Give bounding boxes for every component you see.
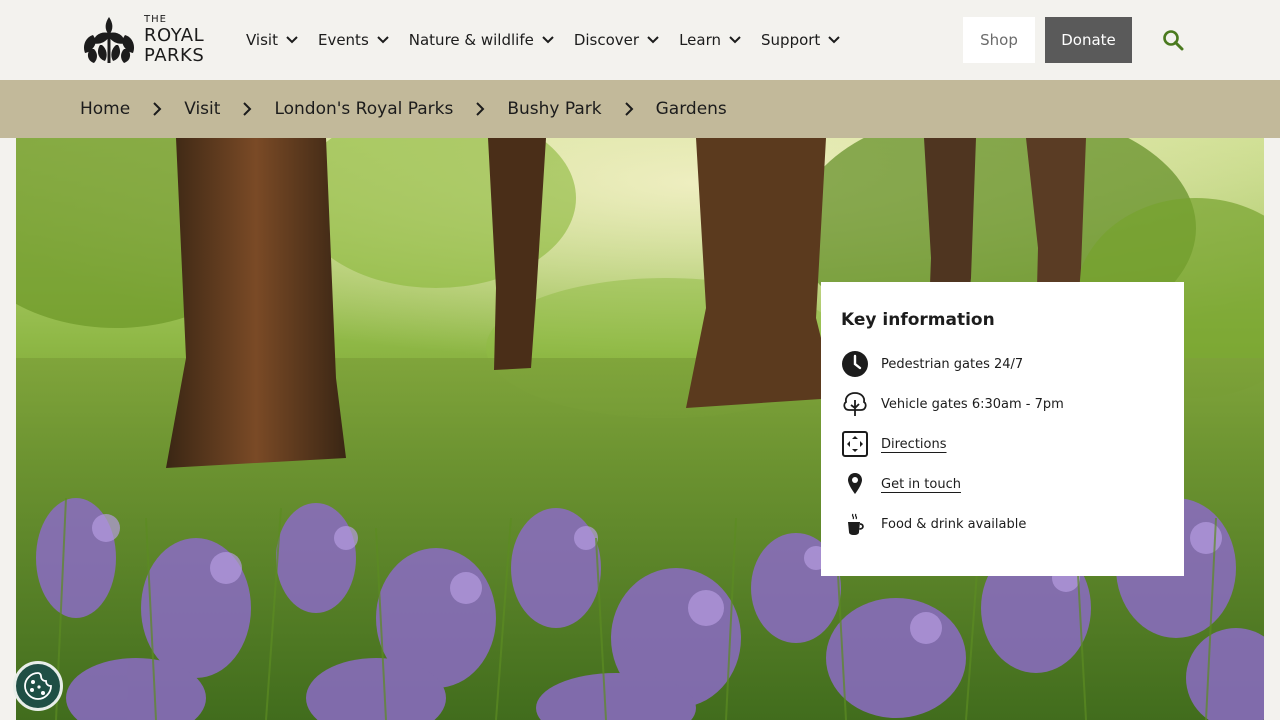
logo-the: THE (144, 14, 167, 25)
nav-item-label: Discover (573, 31, 640, 49)
directions-icon (841, 430, 869, 458)
nav-item-events[interactable]: Events (318, 31, 389, 49)
chevron-down-icon (828, 36, 841, 44)
nav-item-discover[interactable]: Discover (574, 31, 659, 49)
breadcrumb: Home Visit London's Royal Parks Bushy Pa… (0, 80, 1280, 138)
chevron-down-icon (729, 36, 741, 44)
cookie-settings-button[interactable] (13, 661, 63, 711)
directions-link[interactable]: Directions (881, 437, 947, 452)
breadcrumb-visit[interactable]: Visit (184, 99, 220, 119)
key-info-row-get-in-touch[interactable]: Get in touch (841, 464, 1164, 504)
nav-item-label: Nature & wildlife (408, 31, 534, 49)
key-information-card: Key information Pedestrian gates 24/7 Ve… (821, 282, 1184, 576)
search-icon (1163, 30, 1184, 51)
chevron-right-icon (242, 101, 252, 117)
nav-item-learn[interactable]: Learn (679, 31, 741, 49)
logo-royal: ROYAL (144, 25, 205, 46)
coffee-cup-icon (841, 510, 869, 538)
chevron-right-icon (152, 101, 162, 117)
hero-image-bluebell-woodland: Key information Pedestrian gates 24/7 Ve… (16, 138, 1264, 720)
chevron-down-icon (377, 36, 389, 44)
main-nav: Visit Events Nature & wildlife Discover … (246, 0, 860, 80)
donate-button[interactable]: Donate (1045, 17, 1132, 63)
key-info-text: Pedestrian gates 24/7 (881, 356, 1024, 372)
key-info-row-food-drink: Food & drink available (841, 504, 1164, 544)
clock-icon (841, 350, 869, 378)
nav-item-nature-wildlife[interactable]: Nature & wildlife (409, 31, 554, 49)
royal-parks-logo[interactable]: THE ROYAL PARKS (80, 13, 210, 67)
logo-parks: PARKS (144, 45, 205, 66)
key-info-text: Vehicle gates 6:30am - 7pm (881, 396, 1064, 412)
breadcrumb-londons-royal-parks[interactable]: London's Royal Parks (274, 99, 453, 119)
breadcrumb-bushy-park[interactable]: Bushy Park (507, 99, 601, 119)
oak-leaf-crest-icon (83, 17, 135, 63)
nav-item-label: Visit (246, 31, 278, 49)
location-pin-icon (841, 470, 869, 498)
cookie-icon (24, 672, 52, 700)
breadcrumb-gardens: Gardens (655, 99, 727, 119)
chevron-right-icon (624, 101, 634, 117)
nav-item-visit[interactable]: Visit (246, 31, 298, 49)
chevron-down-icon (286, 36, 298, 44)
nav-item-support[interactable]: Support (761, 31, 841, 49)
site-header: THE ROYAL PARKS Visit Events Nature & wi… (0, 0, 1280, 80)
breadcrumb-home[interactable]: Home (80, 99, 130, 119)
key-info-text: Food & drink available (881, 516, 1027, 532)
nav-item-label: Events (317, 31, 369, 49)
search-button[interactable] (1160, 27, 1186, 53)
nav-item-label: Learn (679, 31, 722, 49)
logo-wordmark: THE ROYAL PARKS (144, 15, 204, 65)
nav-item-label: Support (761, 31, 821, 49)
chevron-down-icon (647, 36, 659, 44)
key-info-row-directions[interactable]: Directions (841, 424, 1164, 464)
chevron-down-icon (542, 36, 554, 44)
tree-icon (841, 390, 869, 418)
key-info-row-vehicle-gates: Vehicle gates 6:30am - 7pm (841, 384, 1164, 424)
chevron-right-icon (475, 101, 485, 117)
get-in-touch-link[interactable]: Get in touch (881, 477, 961, 492)
shop-button[interactable]: Shop (963, 17, 1035, 63)
key-info-row-pedestrian-gates: Pedestrian gates 24/7 (841, 344, 1164, 384)
key-information-title: Key information (841, 310, 995, 330)
